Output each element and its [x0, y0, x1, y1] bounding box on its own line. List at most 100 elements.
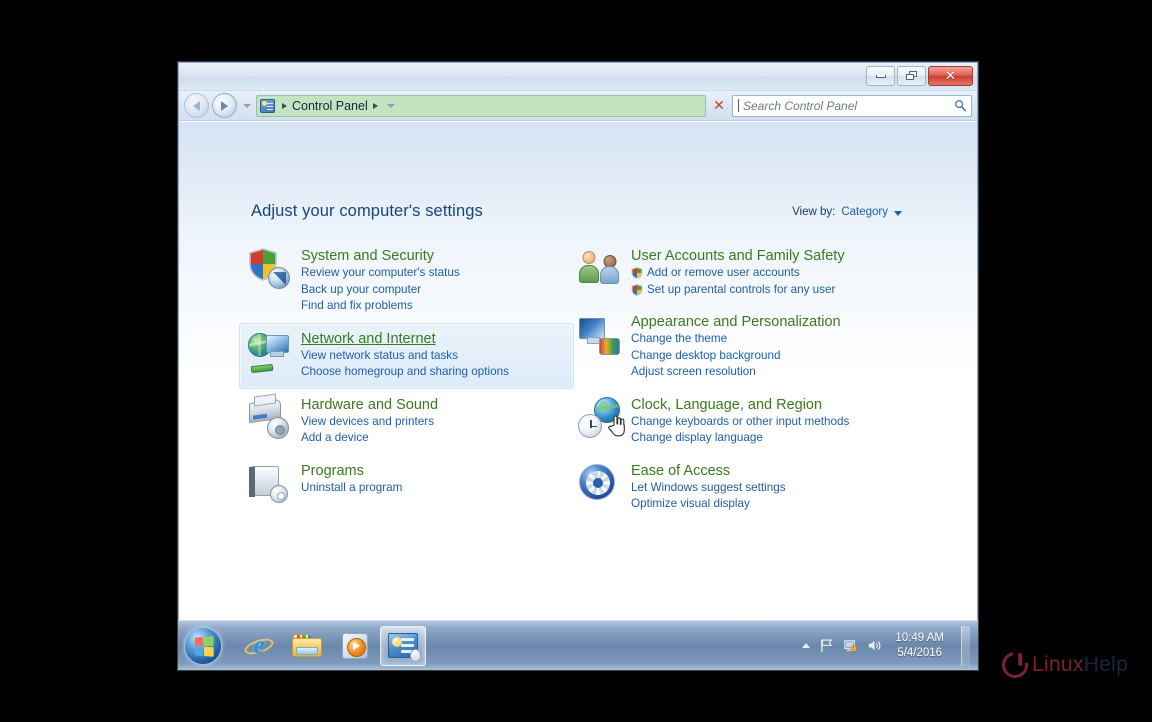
category-link[interactable]: Uninstall a program: [301, 480, 402, 497]
volume-icon[interactable]: [867, 638, 882, 653]
control-panel-window: ✕ Control Panel ✕ Search Control Panel A…: [178, 62, 978, 670]
category-programs[interactable]: Programs Uninstall a program: [239, 455, 574, 513]
users-icon: [578, 248, 620, 290]
category-title[interactable]: Clock, Language, and Region: [631, 397, 849, 414]
mouse-cursor-hand-icon: [608, 415, 625, 437]
minimize-button[interactable]: [866, 66, 895, 86]
category-body: Hardware and Sound View devices and prin…: [301, 396, 438, 447]
category-body: Programs Uninstall a program: [301, 462, 402, 505]
category-link[interactable]: Optimize visual display: [631, 496, 786, 513]
taskbar-button-windows-media-player[interactable]: [332, 626, 378, 666]
start-button[interactable]: [184, 626, 222, 665]
category-link-label: Set up parental controls for any user: [647, 282, 836, 296]
category-title[interactable]: Ease of Access: [631, 463, 786, 480]
color-palette-icon: [599, 338, 620, 355]
category-link[interactable]: Set up parental controls for any user: [631, 282, 845, 299]
disc-icon: [268, 267, 290, 289]
close-button[interactable]: ✕: [928, 66, 973, 86]
category-link[interactable]: Review your computer's status: [301, 265, 460, 282]
title-bar[interactable]: ✕: [179, 63, 977, 91]
category-link[interactable]: Choose homegroup and sharing options: [301, 364, 509, 381]
category-link[interactable]: Let Windows suggest settings: [631, 480, 786, 497]
category-link[interactable]: Add a device: [301, 430, 438, 447]
show-desktop-button[interactable]: [961, 625, 970, 666]
accessibility-wheel-icon: [579, 463, 615, 500]
chevron-down-icon: [386, 103, 395, 108]
show-hidden-icons-button[interactable]: [802, 643, 811, 648]
category-link[interactable]: Find and fix problems: [301, 298, 460, 315]
content-area: Adjust your computer's settings View by:…: [179, 122, 977, 669]
taskbar-button-internet-explorer[interactable]: e: [236, 626, 282, 666]
watermark-text-secondary: Help: [1083, 653, 1129, 676]
category-link[interactable]: View network status and tasks: [301, 348, 509, 365]
search-input[interactable]: Search Control Panel: [732, 94, 972, 117]
action-center-flag-icon[interactable]: [819, 638, 834, 653]
forward-button[interactable]: [212, 93, 237, 118]
restore-button[interactable]: [897, 66, 926, 86]
taskbar-buttons: e: [236, 625, 426, 666]
clock-time: 10:49 AM: [895, 631, 944, 644]
category-network-and-internet[interactable]: Network and Internet View network status…: [239, 322, 574, 389]
page-title: Adjust your computer's settings: [251, 202, 483, 220]
category-link[interactable]: Change display language: [631, 430, 849, 447]
breadcrumb-separator-icon[interactable]: [372, 102, 378, 109]
category-link[interactable]: Change the theme: [631, 331, 841, 348]
category-title[interactable]: Programs: [301, 463, 402, 480]
breadcrumb-control-panel[interactable]: Control Panel: [292, 99, 368, 113]
category-link[interactable]: Adjust screen resolution: [631, 364, 841, 381]
stop-button[interactable]: ✕: [709, 95, 729, 117]
address-dropdown-button[interactable]: [382, 95, 399, 116]
category-body: Network and Internet View network status…: [301, 330, 509, 381]
chevron-down-icon: [894, 210, 902, 216]
category-link[interactable]: Add or remove user accounts: [631, 265, 845, 282]
wheel-icon: [586, 470, 610, 495]
forward-arrow-icon: [221, 100, 228, 111]
uac-shield-icon: [631, 283, 643, 296]
uac-shield-icon: [631, 267, 643, 280]
category-column-left: System and Security Review your computer…: [239, 240, 574, 513]
linuxhelp-logo-icon: [996, 646, 1034, 684]
speaker-icon: [267, 416, 289, 439]
category-ease-of-access[interactable]: Ease of Access Let Windows suggest setti…: [569, 455, 904, 521]
network-icon[interactable]: [843, 638, 858, 653]
category-appearance-and-personalization[interactable]: Appearance and Personalization Change th…: [569, 306, 904, 389]
category-title[interactable]: Appearance and Personalization: [631, 314, 841, 331]
category-title[interactable]: Hardware and Sound: [301, 397, 438, 414]
address-bar: Control Panel ✕ Search Control Panel: [179, 91, 977, 121]
category-link[interactable]: Back up your computer: [301, 282, 460, 299]
window-controls: ✕: [866, 66, 973, 86]
printer-icon: [248, 397, 290, 439]
taskbar-button-windows-explorer[interactable]: [284, 626, 330, 666]
category-title[interactable]: Network and Internet: [301, 331, 509, 348]
internet-explorer-icon: e: [242, 633, 276, 659]
category-link[interactable]: Change desktop background: [631, 348, 841, 365]
view-by-label: View by:: [792, 206, 836, 218]
taskbar-button-control-panel[interactable]: [380, 625, 426, 666]
linuxhelp-wordmark: LinuxHelp: [1032, 653, 1128, 677]
user-icon: [579, 251, 599, 283]
view-by-control[interactable]: View by: Category: [792, 206, 902, 218]
clock-date: 5/4/2016: [897, 646, 943, 659]
category-link[interactable]: Change keyboards or other input methods: [631, 414, 849, 431]
category-link[interactable]: View devices and printers: [301, 414, 438, 431]
category-hardware-and-sound[interactable]: Hardware and Sound View devices and prin…: [239, 389, 574, 455]
search-placeholder: Search Control Panel: [743, 98, 858, 113]
category-body: Appearance and Personalization Change th…: [631, 313, 841, 381]
category-system-and-security[interactable]: System and Security Review your computer…: [239, 240, 574, 323]
category-title[interactable]: System and Security: [301, 248, 460, 265]
control-panel-icon: [388, 633, 421, 662]
restore-icon: [906, 71, 917, 81]
category-body: User Accounts and Family Safety Add or r…: [631, 247, 845, 298]
category-title[interactable]: User Accounts and Family Safety: [631, 248, 845, 265]
back-button[interactable]: [184, 93, 209, 118]
cable-icon: [250, 363, 274, 373]
search-icon: [955, 100, 967, 112]
watermark-text-primary: Linux: [1032, 653, 1084, 676]
taskbar: e 10:49 AM 5/4/2016: [178, 620, 978, 670]
view-by-value[interactable]: Category: [841, 206, 888, 218]
category-user-accounts-and-family-safety[interactable]: User Accounts and Family Safety Add or r…: [569, 240, 904, 306]
monitor-icon: [266, 334, 289, 357]
breadcrumb-bar[interactable]: Control Panel: [256, 94, 706, 117]
recent-pages-button[interactable]: [240, 96, 253, 116]
clock[interactable]: 10:49 AM 5/4/2016: [891, 631, 948, 661]
